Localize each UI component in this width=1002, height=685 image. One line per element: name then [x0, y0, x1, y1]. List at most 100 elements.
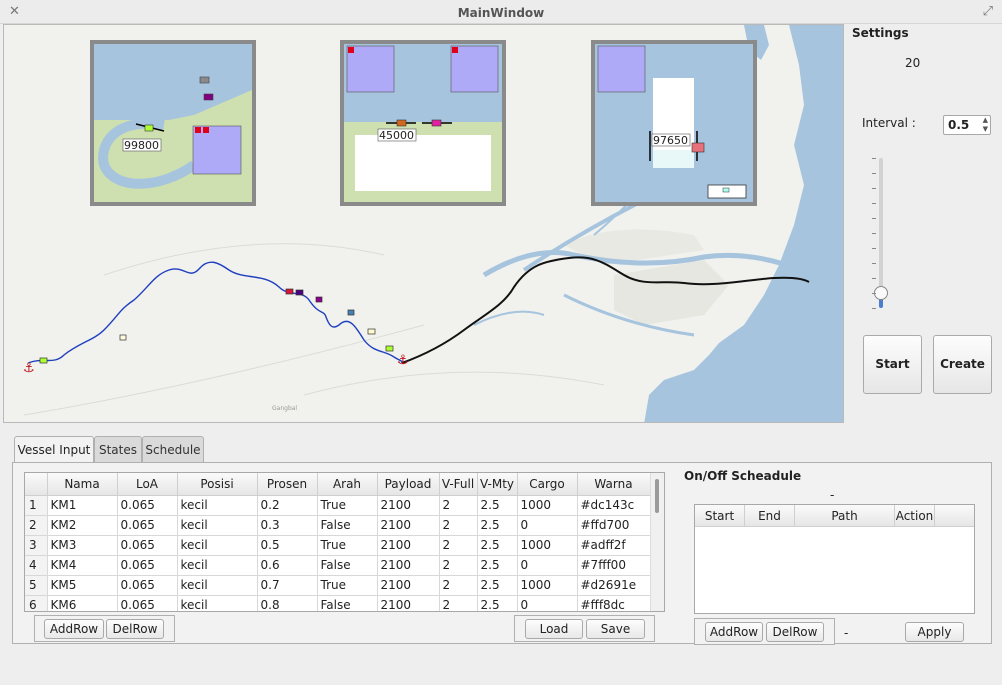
column-header[interactable]: Prosen [257, 473, 318, 496]
table-cell[interactable]: 0.065 [117, 495, 178, 516]
table-cell[interactable]: False [317, 515, 378, 536]
table-row[interactable]: 6 KM6 0.065 kecil 0.8 False 2100 2 2.5 0 #fff8dc [25, 595, 651, 611]
maximize-window-icon[interactable]: ⤢ [983, 4, 993, 19]
row-number[interactable]: 2 [25, 515, 48, 536]
table-cell[interactable]: 1000 [517, 535, 578, 556]
table-row[interactable]: 3 KM3 0.065 kecil 0.5 True 2100 2 2.5 1000 #adff2f [25, 535, 651, 556]
table-cell[interactable]: 1000 [517, 575, 578, 596]
column-header[interactable]: Path [795, 505, 895, 527]
apply-button[interactable]: Apply [905, 622, 964, 642]
table-cell[interactable]: 0.2 [257, 495, 318, 516]
table-cell[interactable]: 0.3 [257, 515, 318, 536]
add-row-button[interactable]: AddRow [44, 619, 104, 639]
table-cell[interactable]: 2.5 [477, 595, 518, 611]
table-cell[interactable]: 1000 [517, 495, 578, 516]
table-cell[interactable]: 2100 [377, 555, 440, 576]
spin-arrows-icon[interactable]: ▲ ▼ [983, 116, 988, 134]
column-header[interactable]: LoA [117, 473, 178, 496]
interval-spinbox[interactable]: 0.5 ▲ ▼ [943, 115, 991, 135]
table-cell[interactable]: 2100 [377, 495, 440, 516]
table-cell[interactable]: 0.6 [257, 555, 318, 576]
column-header[interactable]: V-Full [439, 473, 478, 496]
table-cell[interactable]: 2100 [377, 575, 440, 596]
table-cell[interactable]: kecil [177, 595, 258, 611]
table-cell[interactable]: 0 [517, 555, 578, 576]
column-header[interactable]: Action [895, 505, 935, 527]
table-cell[interactable]: 0 [517, 595, 578, 611]
load-button[interactable]: Load [525, 619, 583, 639]
save-button[interactable]: Save [586, 619, 645, 639]
table-cell[interactable]: #ffd700 [577, 515, 651, 536]
slider-handle[interactable] [874, 285, 888, 300]
table-cell[interactable]: #fff8dc [577, 595, 651, 611]
table-cell[interactable]: 0.065 [117, 535, 178, 556]
table-cell[interactable]: kecil [177, 575, 258, 596]
table-cell[interactable]: 0 [517, 515, 578, 536]
table-cell[interactable]: kecil [177, 535, 258, 556]
row-number[interactable]: 4 [25, 555, 48, 576]
create-button[interactable]: Create [933, 335, 992, 394]
interval-value[interactable]: 0.5 [948, 118, 969, 132]
tab-states[interactable]: States [94, 436, 142, 463]
table-cell[interactable]: 0.8 [257, 595, 318, 611]
table-cell[interactable]: KM5 [47, 575, 118, 596]
speed-slider[interactable] [872, 156, 888, 312]
table-cell[interactable]: #7fff00 [577, 555, 651, 576]
tab-schedule[interactable]: Schedule [142, 436, 204, 463]
table-cell[interactable]: True [317, 575, 378, 596]
table-cell[interactable]: kecil [177, 495, 258, 516]
column-header[interactable]: Payload [377, 473, 440, 496]
table-cell[interactable]: False [317, 595, 378, 611]
row-number[interactable]: 6 [25, 595, 48, 611]
table-row[interactable]: 1 KM1 0.065 kecil 0.2 True 2100 2 2.5 1000 #dc143c [25, 495, 651, 516]
table-cell[interactable]: KM4 [47, 555, 118, 576]
table-cell[interactable]: True [317, 495, 378, 516]
schedule-add-row-button[interactable]: AddRow [705, 622, 763, 642]
table-cell[interactable]: 2 [439, 575, 478, 596]
column-header[interactable]: Nama [47, 473, 118, 496]
table-cell[interactable]: 0.5 [257, 535, 318, 556]
table-cell[interactable]: 2.5 [477, 575, 518, 596]
row-number[interactable]: 1 [25, 495, 48, 516]
table-cell[interactable]: kecil [177, 555, 258, 576]
table-cell[interactable]: 2 [439, 495, 478, 516]
column-header[interactable]: Warna [577, 473, 651, 496]
table-cell[interactable]: 2100 [377, 515, 440, 536]
table-cell[interactable]: #dc143c [577, 495, 651, 516]
table-cell[interactable]: 2.5 [477, 555, 518, 576]
table-cell[interactable]: 0.065 [117, 515, 178, 536]
table-cell[interactable]: False [317, 555, 378, 576]
table-cell[interactable]: 2 [439, 555, 478, 576]
row-number[interactable]: 3 [25, 535, 48, 556]
table-cell[interactable]: 0.065 [117, 575, 178, 596]
table-cell[interactable]: KM2 [47, 515, 118, 536]
table-cell[interactable]: KM1 [47, 495, 118, 516]
table-cell[interactable]: 2.5 [477, 495, 518, 516]
table-cell[interactable]: 2100 [377, 535, 440, 556]
table-cell[interactable]: True [317, 535, 378, 556]
table-cell[interactable]: kecil [177, 515, 258, 536]
river-map-view[interactable]: ⚓ ⚓ Gangbal 99800 45000 97650 [3, 24, 844, 423]
start-button[interactable]: Start [863, 335, 922, 394]
table-scrollbar[interactable] [650, 473, 664, 611]
schedule-del-row-button[interactable]: DelRow [766, 622, 824, 642]
scrollbar-thumb[interactable] [655, 479, 659, 513]
del-row-button[interactable]: DelRow [106, 619, 164, 639]
onoff-schedule-table[interactable]: Start End Path Action [694, 504, 975, 614]
table-cell[interactable]: 0.065 [117, 595, 178, 611]
row-number[interactable]: 5 [25, 575, 48, 596]
column-header[interactable]: End [745, 505, 795, 527]
vessel-table[interactable]: Nama LoA Posisi Prosen Arah Payload V-Fu… [24, 472, 665, 612]
table-cell[interactable]: 2.5 [477, 515, 518, 536]
corner-header[interactable] [25, 473, 48, 496]
table-cell[interactable]: 0.065 [117, 555, 178, 576]
table-cell[interactable]: 2100 [377, 595, 440, 611]
table-row[interactable]: 4 KM4 0.065 kecil 0.6 False 2100 2 2.5 0 #7fff00 [25, 555, 651, 576]
table-cell[interactable]: #adff2f [577, 535, 651, 556]
column-header[interactable]: Arah [317, 473, 378, 496]
column-header[interactable]: Start [695, 505, 745, 527]
table-cell[interactable]: 2 [439, 515, 478, 536]
column-header[interactable]: Cargo [517, 473, 578, 496]
tab-vessel-input[interactable]: Vessel Input [14, 436, 94, 464]
table-cell[interactable]: 2 [439, 535, 478, 556]
